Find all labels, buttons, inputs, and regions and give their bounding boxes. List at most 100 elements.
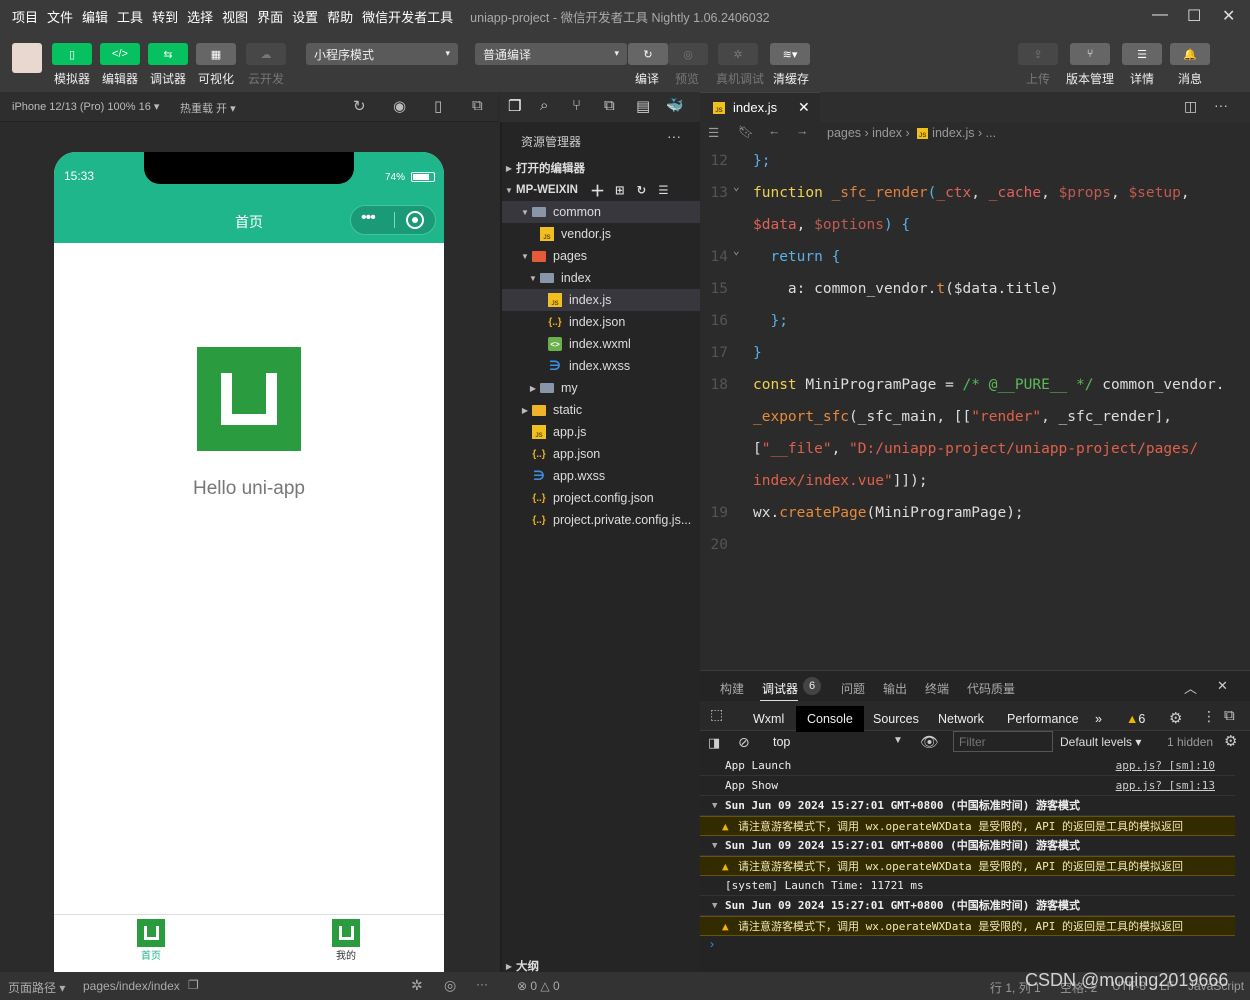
visual-button[interactable]: ▦ — [196, 43, 236, 65]
menu-item[interactable]: 工具 — [117, 7, 143, 26]
popout-icon[interactable]: ⧉ — [472, 97, 483, 114]
details-button[interactable]: ☰ — [1122, 43, 1162, 65]
clear-console-icon[interactable]: ⊘ — [738, 734, 750, 751]
breadcrumb-pages[interactable]: pages — [827, 126, 861, 140]
hot-reload-toggle[interactable]: 热重载 开 ▾ — [180, 100, 236, 116]
menu-item[interactable]: 界面 — [257, 7, 283, 26]
tree-item[interactable]: ▶ my — [502, 377, 700, 399]
tree-item[interactable]: {..} index.json — [502, 311, 700, 333]
tab-terminal[interactable]: 终端 — [925, 680, 949, 697]
tree-item[interactable]: ▼ pages — [502, 245, 700, 267]
more-actions-icon[interactable]: ··· — [1214, 97, 1228, 113]
filter-input[interactable] — [953, 731, 1053, 752]
open-editors-section[interactable]: ▶ 打开的编辑器 — [502, 157, 700, 179]
more-icon[interactable]: ··· — [667, 128, 681, 144]
tab-problems[interactable]: 问题 — [841, 680, 865, 697]
warning-count[interactable]: ▲6 — [1126, 706, 1145, 732]
avatar[interactable] — [12, 43, 42, 73]
log-levels-select[interactable]: Default levels ▾ — [1060, 735, 1141, 749]
menu-item[interactable]: 文件 — [47, 7, 73, 26]
upload-button[interactable]: ⇪ — [1018, 43, 1058, 65]
close-tab-icon[interactable]: ✕ — [798, 99, 810, 116]
collapse-panel-icon[interactable]: ︿ — [1184, 678, 1197, 697]
capsule-menu[interactable]: ••• — [350, 205, 436, 235]
more-icon[interactable]: ••• — [361, 209, 376, 227]
preview-eye-icon[interactable]: ◎ — [444, 977, 456, 994]
menu-item[interactable]: 帮助 — [327, 7, 353, 26]
source-link[interactable]: app.js? [sm]:10 — [1116, 756, 1215, 775]
new-folder-icon[interactable]: ⊞ — [615, 183, 625, 197]
simulator-button[interactable]: ▯ — [52, 43, 92, 65]
phone-icon[interactable]: ▯ — [434, 97, 442, 115]
tree-item[interactable]: ∋ app.wxss — [502, 465, 700, 487]
menu-item[interactable]: 编辑 — [82, 7, 108, 26]
console-prompt[interactable]: › — [710, 937, 714, 951]
save-icon[interactable]: ▤ — [636, 97, 650, 115]
tab-code-quality[interactable]: 代码质量 — [967, 680, 1015, 697]
console-settings-icon[interactable]: ⚙ — [1224, 732, 1237, 750]
context-select[interactable]: top — [773, 735, 790, 749]
more-tabs-icon[interactable]: » — [1085, 706, 1112, 732]
tab-index-js[interactable]: JS index.js ✕ — [700, 92, 820, 122]
more-icon[interactable]: ··· — [476, 977, 488, 991]
tab-home[interactable]: 首页 — [129, 919, 173, 962]
devtools-tab-performance[interactable]: Performance — [997, 706, 1089, 732]
minimize-button[interactable]: — — [1152, 6, 1168, 24]
settings-icon[interactable]: ⚙ — [1169, 709, 1182, 727]
fold-icon[interactable]: ⌄ — [733, 171, 740, 203]
close-panel-icon[interactable]: ✕ — [1217, 678, 1228, 694]
version-button[interactable]: ⑂ — [1070, 43, 1110, 65]
rotate-icon[interactable]: ↻ — [353, 97, 366, 115]
refresh-icon[interactable]: ↻ — [637, 183, 647, 197]
fold-icon[interactable]: ⌄ — [733, 235, 740, 267]
bookmark-icon[interactable]: 🔖︎ — [738, 125, 754, 140]
tree-item[interactable]: <> index.wxml — [502, 333, 700, 355]
bug-icon[interactable]: ✲ — [411, 977, 423, 994]
tab-debugger[interactable]: 调试器 — [762, 680, 798, 697]
forward-icon[interactable]: → — [796, 124, 809, 138]
dock-icon[interactable]: ⧉ — [1224, 707, 1235, 724]
files-icon[interactable]: ❐ — [508, 97, 521, 115]
eye-icon[interactable]: 👁︎ — [920, 733, 939, 751]
remote-debug-button[interactable]: ✲ — [718, 43, 758, 65]
tab-output[interactable]: 输出 — [883, 680, 907, 697]
close-miniprogram-icon[interactable] — [406, 211, 424, 229]
tab-build[interactable]: 构建 — [720, 680, 744, 697]
tree-item[interactable]: ▶ static — [502, 399, 700, 421]
menu-item[interactable]: 视图 — [222, 7, 248, 26]
tree-item[interactable]: {..} app.json — [502, 443, 700, 465]
tree-item[interactable]: {..} project.config.json — [502, 487, 700, 509]
breadcrumb-more[interactable]: ... — [986, 126, 996, 140]
project-root-section[interactable]: ▼ MP-WEIXIN ＋ ⊞ ↻ ☰ — [502, 179, 700, 201]
mode-select[interactable]: 小程序模式 — [306, 43, 458, 65]
copy-icon[interactable]: ❐ — [188, 978, 199, 992]
devtools-tab-console[interactable]: Console — [796, 706, 864, 732]
back-icon[interactable]: ← — [768, 124, 781, 138]
sidebar-toggle-icon[interactable]: ◨ — [708, 735, 720, 751]
problems-summary[interactable]: ⊗ 0 △ 0 — [517, 979, 560, 993]
page-path-select[interactable]: 页面路径 ▾ — [8, 979, 65, 996]
clear-cache-button[interactable]: ≋▾ — [770, 43, 810, 65]
preview-button[interactable]: ◎ — [668, 43, 708, 65]
code-editor[interactable]: 12}; 13 ⌄ function _sfc_render(_ctx, _cache… — [700, 145, 1250, 670]
devtools-tab-network[interactable]: Network — [928, 706, 994, 732]
kebab-icon[interactable]: ⋮ — [1202, 708, 1216, 725]
split-editor-icon[interactable]: ◫ — [1184, 98, 1197, 115]
device-select[interactable]: iPhone 12/13 (Pro) 100% 16 ▾ — [12, 100, 159, 113]
maximize-button[interactable]: ☐ — [1187, 6, 1201, 26]
list-icon[interactable]: ☰ — [708, 125, 719, 140]
new-file-icon[interactable]: ＋ — [590, 180, 605, 201]
menu-item[interactable]: 选择 — [187, 7, 213, 26]
close-window-button[interactable]: ✕ — [1222, 6, 1235, 26]
source-link[interactable]: app.js? [sm]:13 — [1116, 776, 1215, 795]
inspect-icon[interactable]: ⬚ — [710, 706, 723, 723]
compile-mode-select[interactable]: 普通编译 — [475, 43, 627, 65]
tree-item[interactable]: ∋ index.wxss — [502, 355, 700, 377]
tree-item[interactable]: ▼ common — [502, 201, 700, 223]
tree-item[interactable]: ▼ index — [502, 267, 700, 289]
tree-item[interactable]: JS index.js — [502, 289, 700, 311]
breadcrumb-file[interactable]: index.js — [932, 126, 974, 140]
devtools-tab-wxml[interactable]: Wxml — [743, 706, 794, 732]
menu-item[interactable]: 设置 — [292, 7, 318, 26]
menu-item[interactable]: 微信开发者工具 — [362, 7, 453, 26]
